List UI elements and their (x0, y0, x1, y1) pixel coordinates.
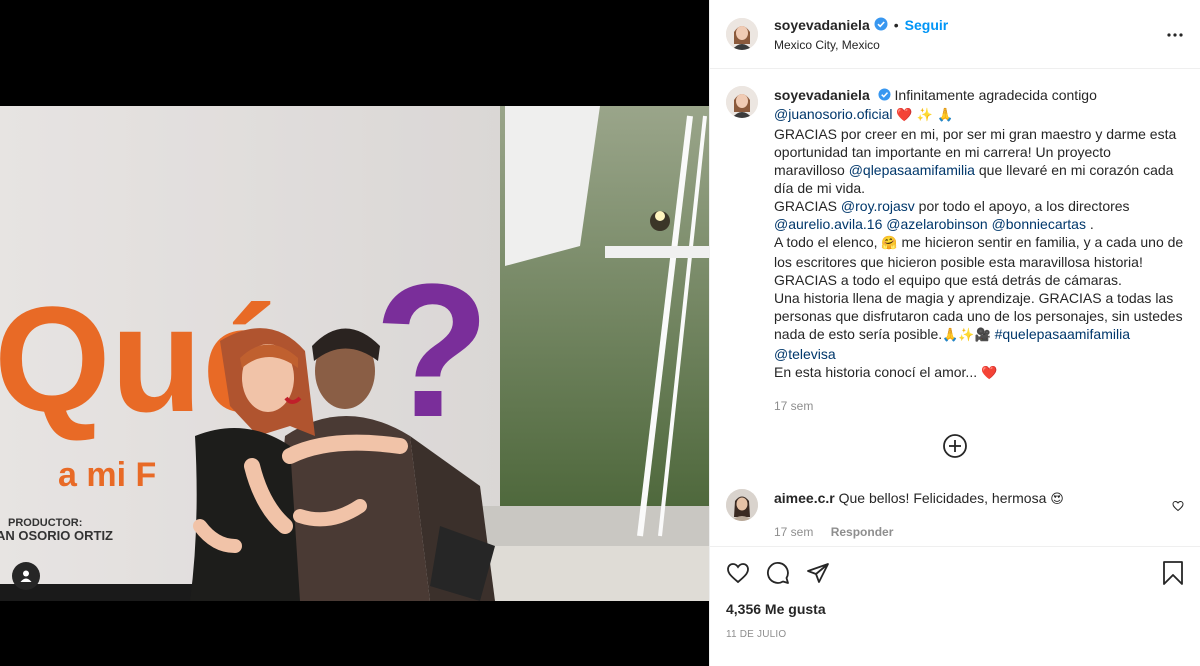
banner-sub: a mi F (58, 456, 156, 494)
avatar-image (726, 18, 758, 50)
caption-part: A todo el elenco, (774, 234, 878, 251)
caption-username[interactable]: soyevadaniela (774, 87, 870, 103)
like-comment-button[interactable] (1172, 499, 1184, 515)
share-button[interactable] (806, 561, 830, 585)
mention-link[interactable]: @aurelio.avila.16 (774, 216, 882, 232)
more-options-icon (1167, 33, 1183, 37)
plus-circle-icon (943, 434, 967, 459)
emoji: ❤️ (981, 366, 998, 382)
emoji: 🙏✨🎥 (942, 328, 991, 344)
caption-part: por todo el apoyo, a los directores (918, 198, 1130, 215)
verified-badge-icon (874, 17, 888, 34)
emoji: 😍 (1050, 492, 1064, 508)
bookmark-icon (1163, 561, 1183, 585)
post-photo[interactable]: Qué a mi F ? PRODUCTOR: AN OSORIO ORTIZ (0, 106, 709, 601)
caption: soyevadaniela Infinitamente agradecida c… (726, 86, 1184, 415)
hashtag-link[interactable]: #quelepasaamifamilia (995, 326, 1130, 342)
save-button[interactable] (1162, 561, 1184, 588)
caption-part: GRACIAS (774, 198, 838, 215)
avatar-image (726, 86, 758, 118)
comment-button[interactable] (766, 561, 790, 585)
share-icon (807, 563, 829, 583)
author-username[interactable]: soyevadaniela (774, 17, 870, 33)
comment-message: Que bellos! Felicidades, hermosa (838, 490, 1047, 507)
emoji: 🤗 (881, 236, 898, 252)
likes-count[interactable]: 4,356 Me gusta (726, 601, 1184, 617)
like-button[interactable] (726, 561, 750, 585)
comment-text: aimee.c.r Que bellos! Felicidades, hermo… (774, 489, 1064, 541)
mention-link[interactable]: @juanosorio.oficial (774, 106, 893, 122)
post-actions: 4,356 Me gusta 11 DE JULIO (710, 546, 1200, 666)
banner-producer-name: AN OSORIO ORTIZ (0, 528, 113, 543)
verified-badge-icon (878, 87, 891, 105)
separator-dot: • (893, 17, 899, 33)
reply-button[interactable]: Responder (831, 525, 894, 539)
author-avatar[interactable] (726, 18, 758, 50)
mention-link[interactable]: @roy.rojasv (841, 198, 915, 214)
commenter-avatar[interactable] (726, 489, 758, 522)
follow-button[interactable]: Seguir (905, 17, 949, 33)
mention-link[interactable]: @azelarobinson (886, 216, 987, 232)
banner-question-mark: ? (374, 245, 490, 457)
mention-link[interactable]: @televisa (774, 346, 836, 362)
comment-time[interactable]: 17 sem (774, 525, 813, 539)
load-more-comments-button[interactable] (726, 433, 1184, 463)
mention-link[interactable]: @qlepasaamifamilia (849, 162, 975, 178)
commenter-username[interactable]: aimee.c.r (774, 490, 835, 506)
comment-item: aimee.c.r Que bellos! Felicidades, hermo… (726, 489, 1184, 541)
post-date[interactable]: 11 DE JULIO (726, 629, 1184, 640)
caption-avatar[interactable] (726, 86, 758, 118)
caption-part: En esta historia conocí el amor... (774, 364, 978, 381)
caption-part: GRACIAS a todo el equipo que está detrás… (774, 272, 1122, 289)
heart-icon (1172, 501, 1184, 512)
mention-link[interactable]: @bonniecartas (992, 216, 1086, 232)
photo-illustration: Qué a mi F ? PRODUCTOR: AN OSORIO ORTIZ (0, 106, 709, 601)
heart-icon (727, 563, 749, 584)
user-tag-button[interactable] (12, 562, 40, 590)
header-text: soyevadaniela • Seguir Mexico City, Mexi… (774, 17, 948, 52)
post-header: soyevadaniela • Seguir Mexico City, Mexi… (710, 0, 1200, 69)
post-location[interactable]: Mexico City, Mexico (774, 38, 948, 52)
caption-part: Infinitamente agradecida contigo (894, 87, 1097, 103)
emoji: ❤️ ✨ 🙏 (896, 108, 954, 124)
user-tag-icon (20, 570, 32, 582)
caption-time[interactable]: 17 sem (774, 397, 1184, 415)
comments-area[interactable]: soyevadaniela Infinitamente agradecida c… (710, 70, 1200, 546)
action-icons (726, 547, 1184, 599)
more-options-button[interactable] (1164, 24, 1186, 46)
media-area: Qué a mi F ? PRODUCTOR: AN OSORIO ORTIZ (0, 0, 709, 666)
post-side-panel: soyevadaniela • Seguir Mexico City, Mexi… (709, 0, 1200, 666)
post-dialog: Qué a mi F ? PRODUCTOR: AN OSORIO ORTIZ (0, 0, 1200, 666)
caption-part: . (1089, 216, 1094, 233)
comment-icon (767, 562, 789, 584)
avatar-image (726, 489, 758, 522)
caption-text: soyevadaniela Infinitamente agradecida c… (774, 86, 1184, 415)
